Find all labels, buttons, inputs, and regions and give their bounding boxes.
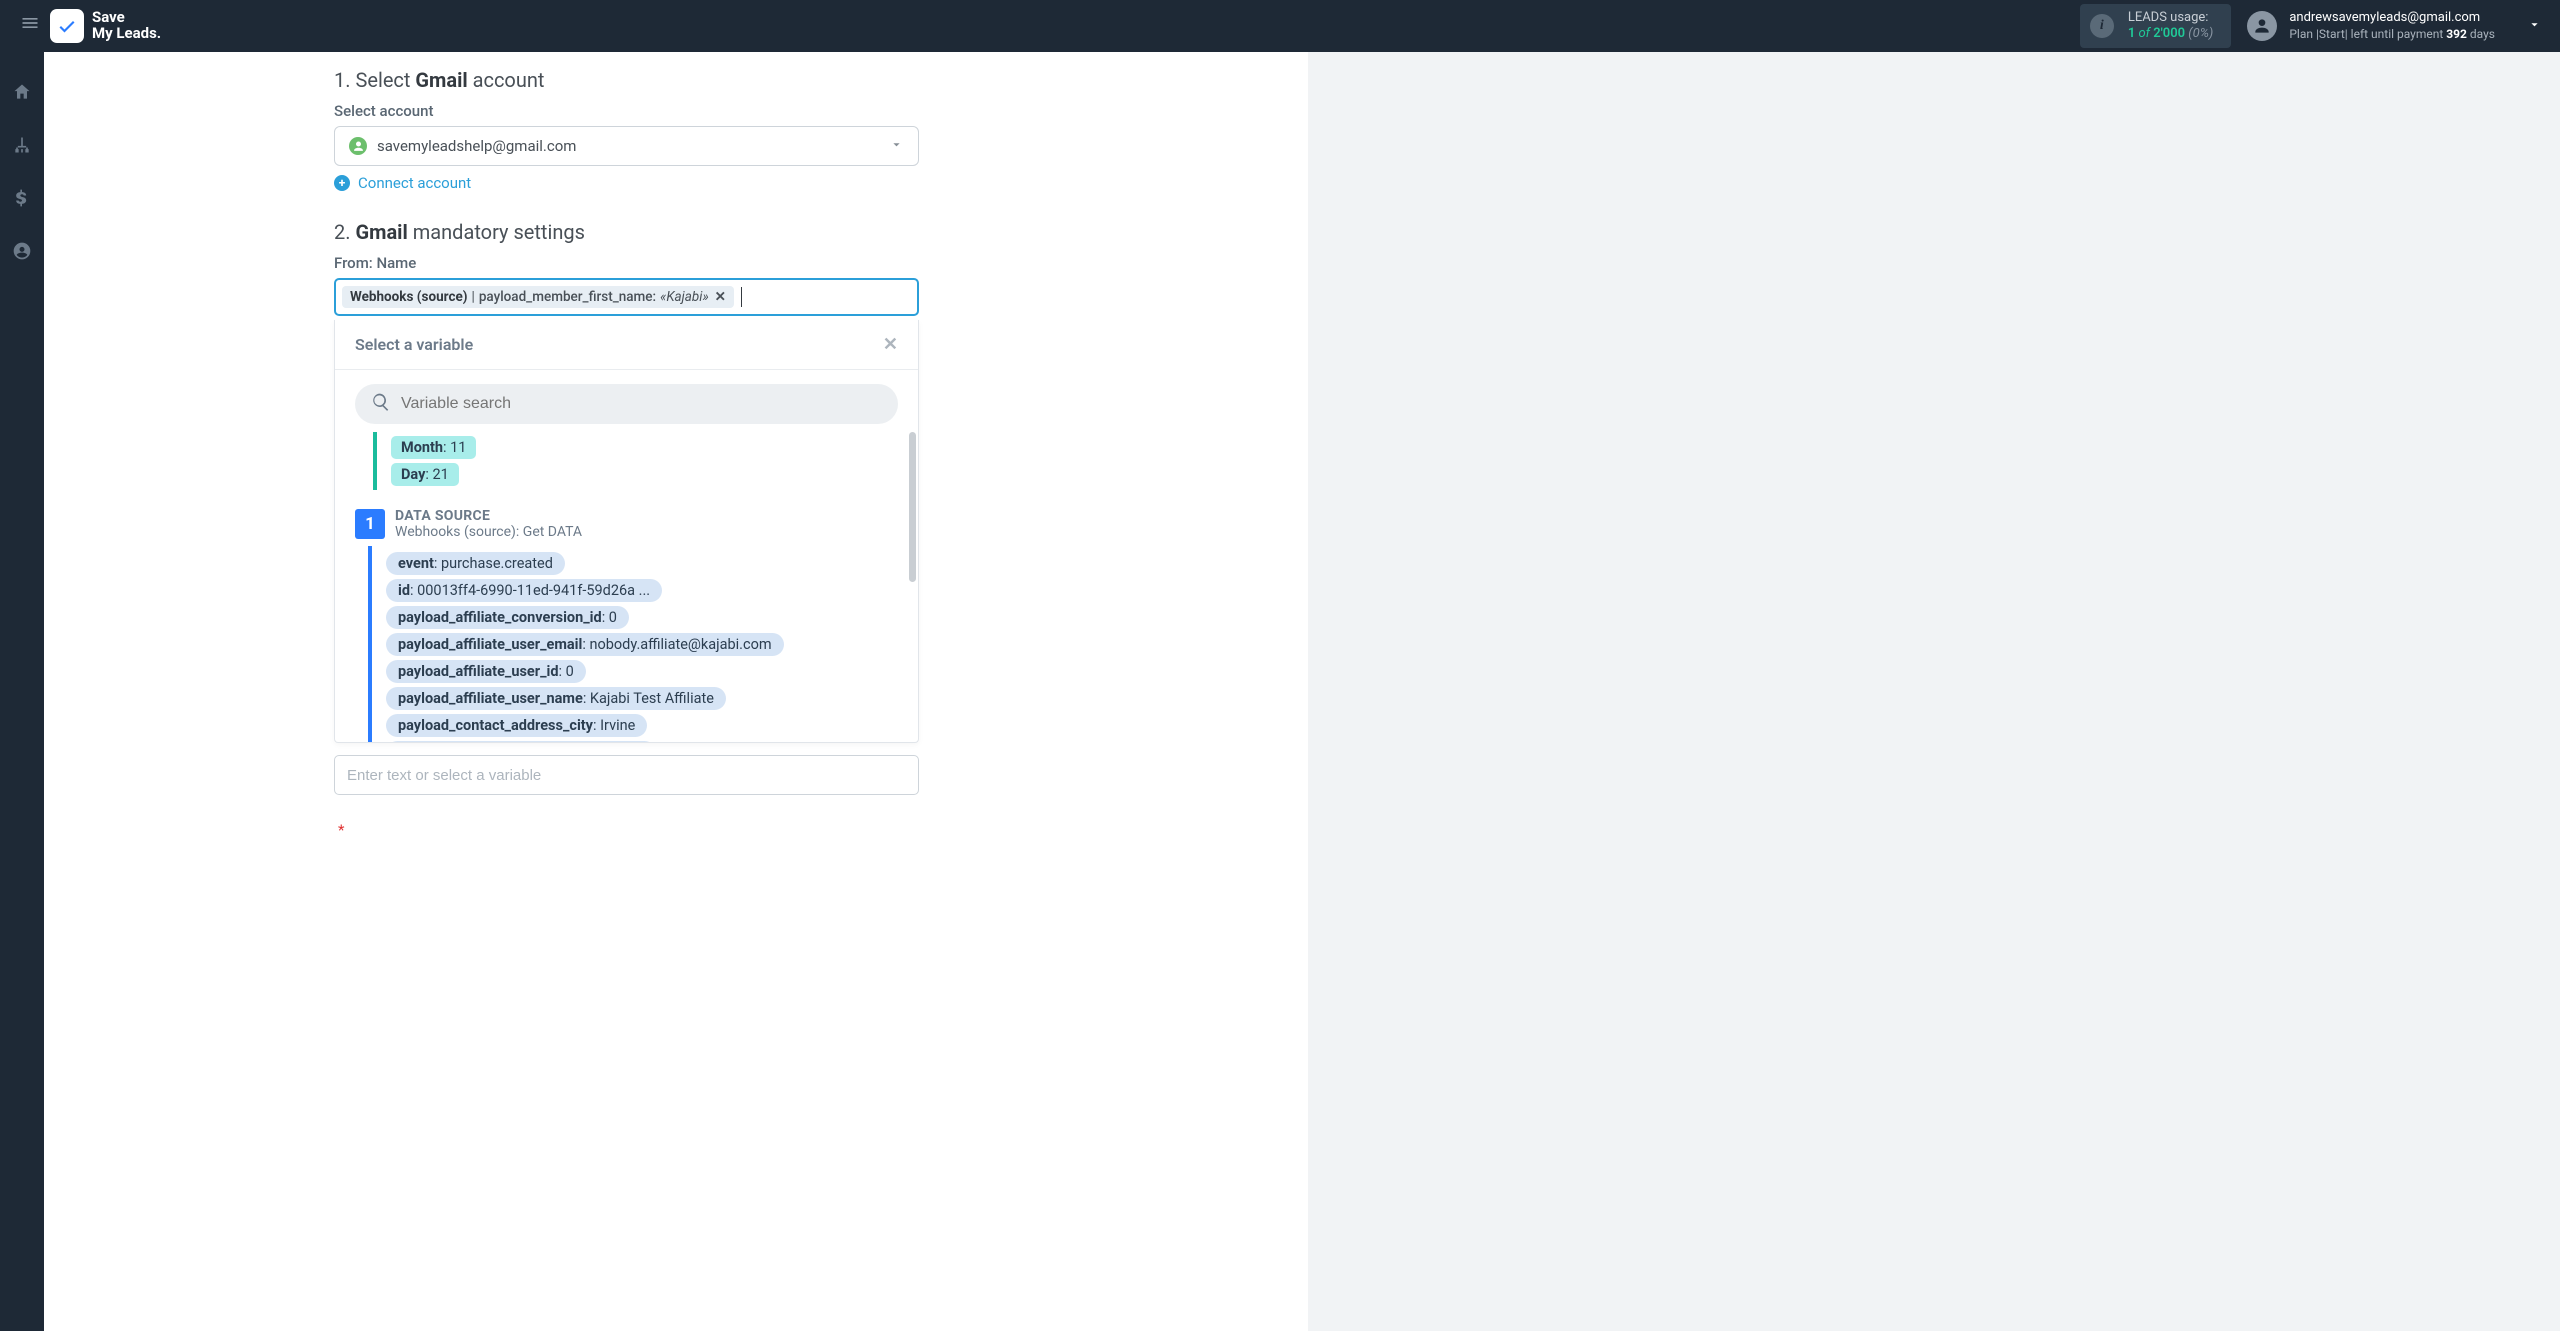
variable-option[interactable]: Day: 21 <box>391 463 459 486</box>
dropdown-body: Month: 11 Day: 21 1 DATA SOURCE Webhooks… <box>335 432 918 742</box>
app-logo[interactable]: Save My Leads. <box>50 9 161 43</box>
system-variables-group: Month: 11 Day: 21 <box>373 432 898 490</box>
profile-email: andrewsavemyleads@gmail.com <box>2289 10 2495 26</box>
variable-dropdown: Select a variable ✕ <box>334 320 919 743</box>
variable-option[interactable]: payload_affiliate_user_name: Kajabi Test… <box>386 687 726 710</box>
main-area: 1. Select Gmail account Select account s… <box>44 52 2560 1331</box>
account-avatar-icon <box>349 137 367 155</box>
variable-option[interactable]: payload_affiliate_user_id: 0 <box>386 660 586 683</box>
hamburger-icon <box>20 13 40 33</box>
step1-title: 1. Select Gmail account <box>334 68 919 92</box>
logo-text: Save My Leads. <box>92 10 161 42</box>
required-asterisk: * <box>338 821 919 839</box>
sidebar-nav <box>0 52 44 1331</box>
data-source-header: 1 DATA SOURCE Webhooks (source): Get DAT… <box>355 504 898 546</box>
close-dropdown-button[interactable]: ✕ <box>883 334 898 355</box>
variable-option[interactable]: payload_affiliate_conversion_id: 0 <box>386 606 629 629</box>
usage-box[interactable]: i LEADS usage: 1 of 2'000 (0%) <box>2080 4 2232 49</box>
usage-label: LEADS usage: <box>2128 10 2214 26</box>
scrollbar-thumb[interactable] <box>909 432 916 582</box>
selected-account-value: savemyleadshelp@gmail.com <box>377 137 576 155</box>
step2-title: 2. Gmail mandatory settings <box>334 220 919 244</box>
variable-option[interactable]: Month: 11 <box>391 436 476 459</box>
plus-circle-icon: + <box>334 175 350 191</box>
avatar-icon <box>2247 11 2277 41</box>
home-icon <box>12 82 32 102</box>
connect-account-link[interactable]: + Connect account <box>334 174 919 192</box>
sitemap-icon <box>12 135 32 155</box>
app-header: Save My Leads. i LEADS usage: 1 of 2'000… <box>0 0 2560 52</box>
profile-chevron[interactable] <box>2509 17 2560 36</box>
settings-panel: 1. Select Gmail account Select account s… <box>44 52 1308 1331</box>
next-field-input[interactable] <box>334 755 919 795</box>
sidebar-item-connections[interactable] <box>12 135 32 160</box>
sidebar-item-home[interactable] <box>12 82 32 107</box>
from-name-label: From: Name <box>334 254 919 272</box>
checkmark-icon <box>57 16 77 36</box>
variable-tag[interactable]: Webhooks (source) | payload_member_first… <box>342 286 734 308</box>
dropdown-title: Select a variable <box>355 335 473 354</box>
text-cursor <box>741 287 742 307</box>
variable-option[interactable]: event: purchase.created <box>386 552 565 575</box>
logo-line2: My Leads. <box>92 26 161 42</box>
variable-option[interactable]: payload_contact_address_city: Irvine <box>386 714 647 737</box>
hamburger-menu-button[interactable] <box>10 13 50 39</box>
variable-option[interactable]: payload_contact_address_country: US <box>386 741 656 742</box>
profile-menu[interactable]: andrewsavemyleads@gmail.com Plan |Start|… <box>2247 10 2509 41</box>
chevron-down-icon <box>889 137 904 155</box>
user-circle-icon <box>12 241 32 261</box>
usage-values: 1 of 2'000 (0%) <box>2128 26 2214 42</box>
source-variables-group: event: purchase.created id: 00013ff4-699… <box>368 546 898 742</box>
info-icon: i <box>2090 14 2114 38</box>
profile-plan: Plan |Start| left until payment 392 days <box>2289 27 2495 42</box>
sidebar-item-billing[interactable] <box>12 188 32 213</box>
account-select[interactable]: savemyleadshelp@gmail.com <box>334 126 919 166</box>
chevron-down-icon <box>2527 17 2542 32</box>
select-account-label: Select account <box>334 102 919 120</box>
connect-account-label: Connect account <box>358 174 471 192</box>
source-badge: 1 <box>355 509 385 539</box>
from-name-input[interactable]: Webhooks (source) | payload_member_first… <box>334 278 919 316</box>
variable-option[interactable]: id: 00013ff4-6990-11ed-941f-59d26a ... <box>386 579 662 602</box>
source-title: DATA SOURCE <box>395 508 582 524</box>
logo-badge <box>50 9 84 43</box>
source-subtitle: Webhooks (source): Get DATA <box>395 524 582 540</box>
remove-tag-button[interactable]: ✕ <box>715 289 726 305</box>
search-icon <box>371 392 391 417</box>
sidebar-item-account[interactable] <box>12 241 32 266</box>
dollar-icon <box>12 188 32 208</box>
variable-search-input[interactable] <box>355 384 898 424</box>
variable-option[interactable]: payload_affiliate_user_email: nobody.aff… <box>386 633 784 656</box>
